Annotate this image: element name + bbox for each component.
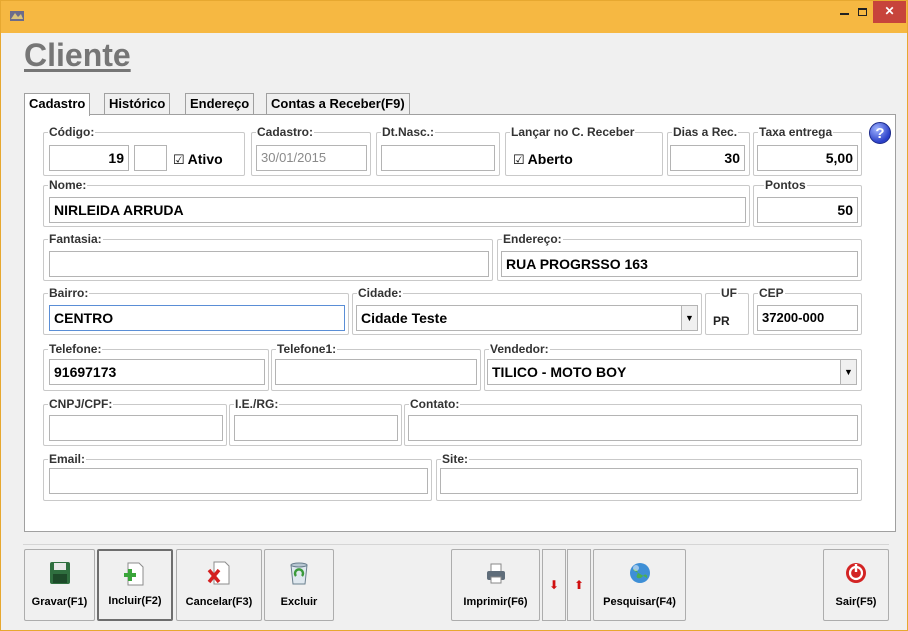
telefone-field[interactable]: 91697173 — [49, 359, 265, 385]
chevron-down-icon[interactable]: ▼ — [681, 306, 697, 330]
bairro-field[interactable]: CENTRO — [49, 305, 345, 331]
checkbox-icon: ☑ — [513, 152, 525, 167]
vendedor-label: Vendedor: — [489, 342, 550, 356]
aberto-checkbox[interactable]: ☑ Aberto — [513, 151, 573, 168]
dtnasc-label: Dt.Nasc.: — [381, 125, 436, 139]
cep-label: CEP — [758, 286, 785, 300]
tab-cadastro[interactable]: Cadastro — [24, 93, 91, 116]
lancar-label: Lançar no C. Receber — [510, 125, 636, 139]
uf-label: UF — [720, 286, 738, 300]
imprimir-button[interactable]: Imprimir(F6) — [451, 549, 540, 621]
vendedor-value: TILICO - MOTO BOY — [492, 364, 627, 380]
fantasia-field[interactable] — [49, 251, 489, 277]
tab-historico[interactable]: Histórico — [104, 93, 171, 115]
taxa-field[interactable]: 5,00 — [757, 145, 858, 171]
save-disk-icon — [49, 562, 70, 584]
search-globe-icon — [629, 563, 650, 583]
dias-field[interactable]: 30 — [670, 145, 745, 171]
cliente-window: ✕ Cliente Cadastro Histórico Endereço Co… — [0, 0, 908, 631]
cnpj-field[interactable] — [49, 415, 223, 441]
tab-contas-receber[interactable]: Contas a Receber(F9) — [266, 93, 410, 115]
cadastro-label: Cadastro: — [256, 125, 315, 139]
tab-endereco[interactable]: Endereço — [185, 93, 255, 115]
telefone-label: Telefone: — [48, 342, 103, 356]
arrow-up-icon: ⬆ — [573, 578, 585, 592]
gravar-label: Gravar(F1) — [31, 596, 88, 608]
cep-field[interactable]: 37200-000 — [757, 305, 858, 331]
cidade-label: Cidade: — [357, 286, 404, 300]
cancelar-button[interactable]: Cancelar(F3) — [176, 549, 262, 621]
contato-label: Contato: — [409, 397, 461, 411]
recycle-bin-icon — [290, 562, 308, 585]
nome-field[interactable]: NIRLEIDA ARRUDA — [49, 197, 746, 223]
incluir-label: Incluir(F2) — [108, 595, 162, 607]
pesquisar-label: Pesquisar(F4) — [603, 596, 676, 608]
cancel-document-icon — [207, 561, 230, 585]
ativo-label: Ativo — [187, 151, 223, 167]
dias-label: Dias a Rec. — [672, 125, 739, 139]
toolbar-divider — [23, 544, 889, 545]
gravar-button[interactable]: Gravar(F1) — [24, 549, 95, 621]
maximize-button[interactable] — [849, 1, 875, 23]
printer-icon — [486, 563, 505, 584]
previous-record-button[interactable]: ⬆ — [567, 549, 591, 621]
vendedor-select[interactable]: TILICO - MOTO BOY ▼ — [487, 359, 857, 385]
incluir-button[interactable]: Incluir(F2) — [97, 549, 173, 621]
checkbox-icon: ☑ — [173, 152, 185, 167]
next-record-button[interactable]: ⬇ — [542, 549, 566, 621]
page-title: Cliente — [24, 37, 131, 73]
help-icon[interactable]: ? — [869, 122, 891, 144]
email-field[interactable] — [49, 468, 428, 494]
cidade-select[interactable]: Cidade Teste ▼ — [356, 305, 698, 331]
excluir-button[interactable]: Excluir — [264, 549, 334, 621]
ie-label: I.E./RG: — [234, 397, 280, 411]
close-button[interactable]: ✕ — [873, 1, 906, 23]
aberto-label: Aberto — [527, 151, 573, 167]
add-document-icon — [124, 562, 144, 586]
endereco-field[interactable]: RUA PROGRSSO 163 — [501, 251, 858, 277]
title-bar: ✕ — [1, 1, 907, 33]
cidade-value: Cidade Teste — [361, 310, 448, 326]
codigo-extra-field[interactable] — [134, 145, 167, 171]
cadastro-date-field: 30/01/2015 — [256, 145, 367, 171]
ativo-checkbox[interactable]: ☑ Ativo — [173, 151, 223, 168]
dtnasc-field[interactable] — [381, 145, 495, 171]
codigo-field[interactable]: 19 — [49, 145, 129, 171]
site-field[interactable] — [440, 468, 858, 494]
endereco-label: Endereço: — [502, 232, 563, 246]
fantasia-label: Fantasia: — [48, 232, 103, 246]
app-icon — [10, 11, 24, 21]
cnpj-label: CNPJ/CPF: — [48, 397, 114, 411]
telefone1-label: Telefone1: — [276, 342, 338, 356]
pontos-label: Pontos — [764, 178, 807, 192]
email-label: Email: — [48, 452, 87, 466]
imprimir-label: Imprimir(F6) — [463, 596, 528, 608]
bairro-label: Bairro: — [48, 286, 90, 300]
ie-field[interactable] — [234, 415, 398, 441]
telefone1-field[interactable] — [275, 359, 477, 385]
sair-label: Sair(F5) — [835, 596, 877, 608]
pontos-field[interactable]: 50 — [757, 197, 858, 223]
uf-value: PR — [713, 314, 730, 328]
cancelar-label: Cancelar(F3) — [185, 596, 253, 608]
taxa-label: Taxa entrega — [758, 125, 834, 139]
pesquisar-button[interactable]: Pesquisar(F4) — [593, 549, 686, 621]
sair-button[interactable]: Sair(F5) — [823, 549, 889, 621]
excluir-label: Excluir — [280, 596, 318, 608]
arrow-down-icon: ⬇ — [548, 578, 560, 592]
nome-label: Nome: — [48, 178, 88, 192]
contato-field[interactable] — [408, 415, 858, 441]
site-label: Site: — [441, 452, 470, 466]
chevron-down-icon[interactable]: ▼ — [840, 360, 856, 384]
codigo-label: Código: — [48, 125, 96, 139]
exit-icon — [846, 563, 866, 583]
